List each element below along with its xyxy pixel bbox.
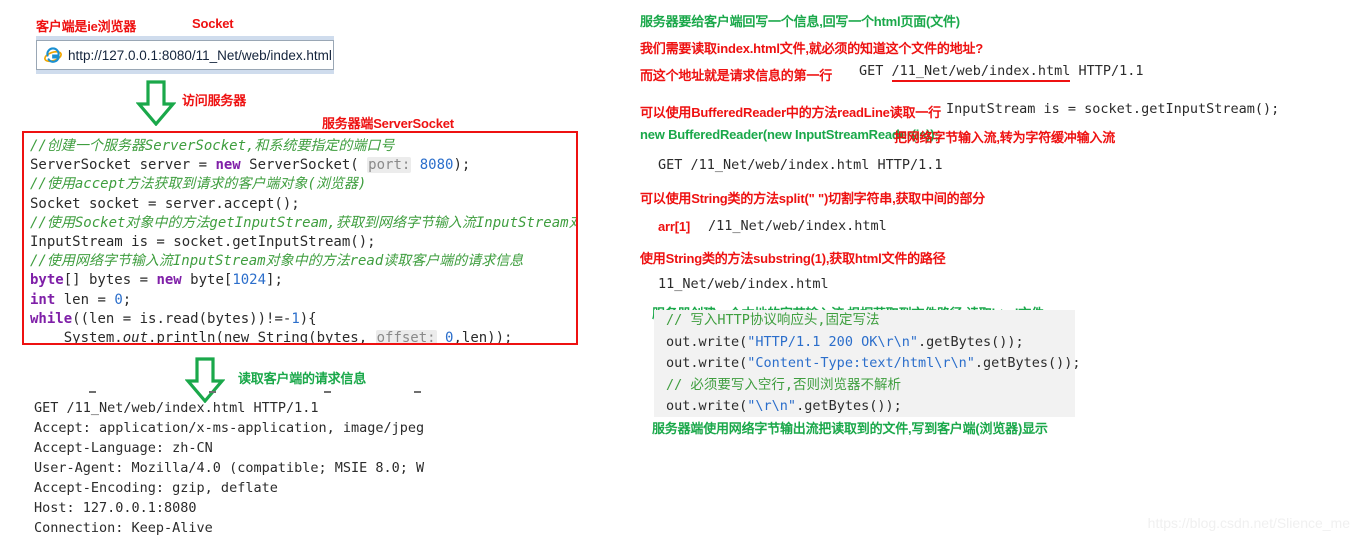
request-line: Accept: application/x-ms-application, im… [34, 420, 425, 436]
code-text: Socket socket = server.accept(); [30, 195, 300, 212]
code-string: "Content-Type:text/html\r\n" [747, 355, 975, 371]
code-text: out.write( [666, 355, 748, 371]
code-line: out.write("\r\n".getBytes()); [654, 396, 1075, 418]
http-path-highlighted: /11_Net/web/index.html [891, 63, 1071, 82]
code-keyword: int [30, 291, 56, 308]
note-server-writes-back: 服务器要给客户端回写一个信息,回写一个html页面(文件) [640, 14, 960, 29]
label-socket: Socket [192, 16, 234, 31]
code-keyword: byte [30, 272, 64, 289]
code-line: // 必须要写入空行,否则浏览器不解析 [654, 375, 1075, 397]
code-line: byte[] bytes = new byte[1024]; [30, 271, 576, 290]
arrow-down-to-server [136, 80, 176, 126]
code-line: out.write("Content-Type:text/html\r\n".g… [654, 353, 1081, 375]
code-text: .getBytes()); [974, 355, 1081, 371]
request-line: Host: 127.0.0.1:8080 [34, 500, 197, 516]
code-text: out.write( [666, 398, 748, 414]
code-text: .getBytes()); [796, 398, 902, 414]
code-line: while((len = is.read(bytes))!=-1){ [30, 310, 576, 329]
code-number: 1 [291, 310, 300, 327]
code-line: System.out.println(new String(bytes, off… [30, 329, 576, 345]
code-line: int len = 0; [30, 291, 576, 310]
code-line: out.write("HTTP/1.1 200 OK\r\n".getBytes… [654, 332, 1075, 354]
http-method: GET [859, 63, 892, 79]
code-text: ((len = is.read(bytes))!=- [72, 310, 292, 327]
code-comment: //使用Socket对象中的方法getInputStream,获取到网络字节输入… [30, 214, 578, 231]
note-address-first-line: 而这个地址就是请求信息的第一行 [640, 68, 833, 83]
request-line: Connection: Keep-Alive [34, 520, 213, 536]
code-line: //使用accept方法获取到请求的客户端对象(浏览器) [30, 175, 576, 194]
code-comment: //使用accept方法获取到请求的客户端对象(浏览器) [30, 176, 367, 193]
code-text: byte[ [181, 272, 233, 289]
browser-url-text: http://127.0.0.1:8080/11_Net/web/index.h… [68, 47, 332, 63]
note-convert-stream: 把网络字节输入流,转为字符缓冲输入流 [894, 130, 1116, 145]
code-comment: //使用网络字节输入流InputStream对象中的方法read读取客户端的请求… [30, 253, 524, 270]
code-number: 1024 [232, 272, 267, 289]
arrow-label-read-client-request: 读取客户端的请求信息 [238, 371, 367, 386]
code-line: InputStream is = socket.getInputStream()… [30, 233, 576, 252]
param-hint: offset: [375, 330, 437, 345]
code-text: .getBytes()); [917, 333, 1024, 350]
code-line: //创建一个服务器ServerSocket,和系统要指定的端口号 [30, 137, 576, 156]
code-number: 0 [436, 330, 454, 345]
code-text: System. [30, 330, 123, 345]
code-comment: //创建一个服务器ServerSocket,和系统要指定的端口号 [30, 138, 395, 154]
code-string: "HTTP/1.1 200 OK\r\n" [747, 333, 918, 350]
code-text: ); [453, 157, 471, 174]
code-text: [] bytes = [63, 272, 157, 289]
note-need-file-address: 我们需要读取index.html文件,就必须的知道这个文件的地址? [640, 41, 983, 56]
code-text: ){ [299, 310, 317, 327]
arrow-label-visit-server: 访问服务器 [182, 93, 247, 108]
request-line: Accept-Encoding: gzip, deflate [34, 480, 278, 496]
note-bufferedreader-readline: 可以使用BufferedReader中的方法readLine读取一行 [640, 105, 941, 120]
request-line: Accept-Language: zh-CN [34, 440, 213, 456]
code-keyword: new [215, 157, 241, 174]
code-line: //使用网络字节输入流InputStream对象中的方法read读取客户端的请求… [30, 252, 576, 271]
label-server-serversocket: 服务器端ServerSocket [322, 116, 454, 131]
note-write-to-client: 服务器端使用网络字节输出流把读取到的文件,写到客户端(浏览器)显示 [652, 421, 1048, 436]
code-comment: // 必须要写入空行,否则浏览器不解析 [666, 376, 902, 393]
code-keyword: new [156, 272, 182, 289]
code-text: ; [122, 291, 132, 308]
code-text: ,len)); [453, 330, 513, 345]
param-hint: port: [367, 157, 412, 174]
code-number: 8080 [411, 157, 454, 174]
code-text: InputStream is = socket.getInputStream()… [30, 234, 376, 251]
label-arr-index: arr[1] [658, 219, 691, 234]
code-text: ServerSocket( [240, 157, 368, 174]
watermark: https://blog.csdn.net/Slience_me [1147, 515, 1350, 531]
code-number: 0 [114, 291, 123, 308]
request-first-line: GET /11_Net/web/index.html HTTP/1.1 [859, 63, 1144, 82]
request-line: GET /11_Net/web/index.html HTTP/1.1 [34, 400, 319, 416]
code-getinputstream: InputStream is = socket.getInputStream()… [946, 101, 1280, 117]
code-text: ]; [266, 272, 283, 289]
right-notes-panel: 服务器要给客户端回写一个信息,回写一个html页面(文件) 我们需要读取inde… [636, 0, 1360, 539]
code-line: ServerSocket server = new ServerSocket( … [30, 156, 576, 175]
server-code-block: //创建一个服务器ServerSocket,和系统要指定的端口号 ServerS… [22, 131, 578, 345]
http-version: HTTP/1.1 [1070, 63, 1144, 79]
code-line: //使用Socket对象中的方法getInputStream,获取到网络字节输入… [30, 214, 576, 233]
response-code-block: // 写入HTTP协议响应头,固定写法 out.write("HTTP/1.1 … [654, 310, 1081, 418]
code-comment: // 写入HTTP协议响应头,固定写法 [666, 312, 880, 328]
note-substring: 使用String类的方法substring(1),获取html文件的路径 [640, 251, 946, 266]
code-line: Socket socket = server.accept(); [30, 195, 576, 214]
code-line: // 写入HTTP协议响应头,固定写法 [654, 310, 1075, 332]
note-split-string: 可以使用String类的方法split(" ")切割字符串,获取中间的部分 [640, 191, 986, 206]
code-field: out [122, 330, 149, 345]
code-text: ServerSocket server = [30, 157, 216, 174]
code-keyword: while [30, 310, 73, 327]
browser-address-bar[interactable]: http://127.0.0.1:8080/11_Net/web/index.h… [36, 36, 334, 74]
code-text: out.write( [666, 333, 748, 350]
label-client-is-ie-browser: 客户端是ie浏览器 [36, 19, 137, 34]
http-request-dump: GET /11_Net/web/index.html HTTP/1.1 Acce… [34, 391, 425, 538]
code-text: len = [55, 291, 115, 308]
code-string: "\r\n" [747, 398, 797, 414]
request-line-echo: GET /11_Net/web/index.html HTTP/1.1 [658, 157, 943, 173]
ie-browser-icon [44, 46, 62, 64]
code-text: .println(new String(bytes, [148, 330, 376, 345]
tick-marks [34, 387, 454, 397]
code-file-path: 11_Net/web/index.html [658, 276, 829, 292]
code-arr-value: /11_Net/web/index.html [708, 218, 887, 234]
request-line: User-Agent: Mozilla/4.0 (compatible; MSI… [34, 460, 425, 476]
